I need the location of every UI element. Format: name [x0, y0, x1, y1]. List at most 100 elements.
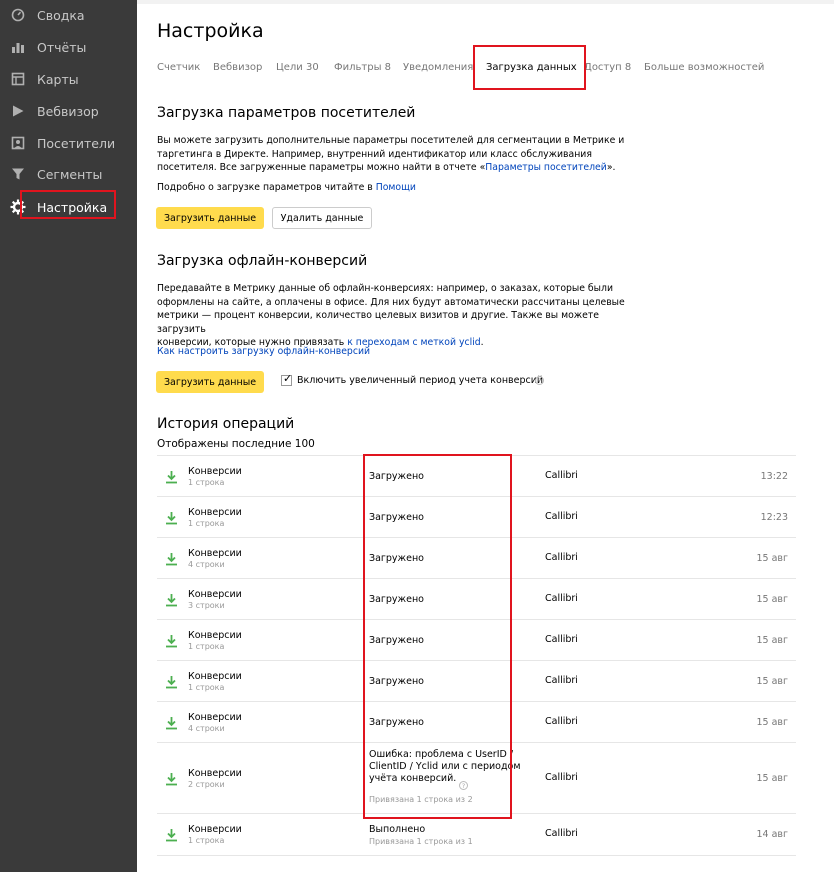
table-row[interactable]: Конверсии 1 строка Загружено Callibri 12:23 — [157, 496, 796, 538]
tab-more-features[interactable]: Больше возможностей — [644, 62, 764, 73]
check-icon: ✓ — [283, 372, 293, 385]
offline-howto: Как настроить загрузку офлайн-конверсий — [157, 345, 627, 359]
row-status: Загружено — [369, 716, 424, 728]
offline-text-line: оформлены на сайте, а оплачены в офисе. … — [157, 296, 625, 308]
sidebar-item-label: Настройка — [37, 199, 108, 215]
table-row[interactable]: Конверсии 3 строки Загружено Callibri 15 авг — [157, 578, 796, 620]
row-status-line: учёта конверсий. — [369, 773, 457, 784]
sidebar-item-label: Сводка — [37, 7, 85, 23]
row-time: 15 авг — [756, 593, 788, 605]
upload-conversions-button[interactable]: Загрузить данные — [156, 371, 264, 393]
upload-params-button[interactable]: Загрузить данные — [156, 207, 264, 229]
download-icon — [166, 772, 177, 785]
params-text-line: посетителя. Все загруженные параметры мо… — [157, 162, 616, 174]
row-type: Конверсии — [188, 824, 242, 835]
history-title: История операций — [157, 416, 295, 432]
play-icon — [10, 103, 26, 119]
row-counter: Callibri — [545, 469, 578, 481]
table-row[interactable]: Конверсии 2 строки Ошибка: проблема с User… — [157, 742, 796, 814]
row-counter: Callibri — [545, 771, 578, 783]
sidebar-item-reports[interactable]: Отчёты — [0, 33, 137, 61]
sidebar-item-summary[interactable]: Сводка — [0, 1, 137, 29]
table-row[interactable]: Конверсии 4 строки Загружено Callibri 15 авг — [157, 701, 796, 743]
help-link[interactable]: Помощи — [376, 182, 416, 193]
bar-chart-icon — [10, 39, 26, 55]
download-icon — [166, 593, 177, 606]
top-strip — [137, 0, 834, 4]
row-type: Конверсии — [188, 670, 242, 682]
sidebar-item-label: Посетители — [37, 135, 116, 151]
filter-icon — [10, 166, 26, 182]
row-count: 4 строки — [188, 559, 225, 569]
row-counter: Callibri — [545, 715, 578, 727]
row-time: 15 авг — [756, 716, 788, 728]
row-count: 1 строка — [188, 682, 225, 692]
row-count: 1 строка — [188, 477, 225, 487]
visitor-params-link[interactable]: Параметры посетителей — [485, 162, 607, 173]
download-icon — [166, 716, 177, 729]
tab-filters[interactable]: Фильтры 8 — [334, 62, 391, 73]
download-icon — [166, 634, 177, 647]
tab-goals[interactable]: Цели 30 — [276, 62, 319, 73]
row-type: Конверсии — [188, 588, 242, 600]
history-subtitle: Отображены последние 100 — [157, 438, 315, 450]
sidebar-item-segments[interactable]: Сегменты — [0, 160, 137, 188]
download-icon — [166, 511, 177, 524]
table-bottom-border — [157, 855, 796, 856]
row-type: Конверсии — [188, 711, 242, 723]
table-row[interactable]: Конверсии 1 строка Загружено Callibri 15 авг — [157, 619, 796, 661]
question-icon[interactable]: ? — [535, 376, 544, 385]
row-type: Конверсии — [188, 506, 242, 518]
row-counter: Callibri — [545, 551, 578, 563]
sidebar-item-label: Сегменты — [37, 166, 103, 182]
gauge-icon — [10, 7, 26, 23]
row-time: 13:22 — [760, 470, 788, 482]
sidebar-item-visitors[interactable]: Посетители — [0, 129, 137, 157]
table-row[interactable]: Конверсии 1 строка Загружено Callibri 13:22 — [157, 455, 796, 497]
tab-data-upload[interactable]: Загрузка данных — [486, 62, 577, 73]
row-status-line: Ошибка: проблема с UserID / — [369, 749, 514, 760]
sidebar-item-label: Вебвизор — [37, 103, 99, 119]
tab-access[interactable]: Доступ 8 — [584, 62, 631, 73]
download-icon — [166, 829, 177, 842]
download-icon — [166, 552, 177, 565]
howto-offline-link[interactable]: Как настроить загрузку офлайн-конверсий — [157, 346, 370, 357]
table-row[interactable]: Конверсии 1 строка Загружено Callibri 15 авг — [157, 660, 796, 702]
download-icon — [166, 675, 177, 688]
row-counter: Callibri — [545, 633, 578, 645]
params-section-title: Загрузка параметров посетителей — [157, 105, 416, 121]
row-status-sub: Привязана 1 строка из 2 — [369, 795, 473, 804]
offline-description: Передавайте в Метрику данные об офлайн-к… — [157, 282, 627, 350]
question-icon[interactable]: ? — [459, 781, 468, 790]
table-row[interactable]: Конверсии 4 строки Загружено Callibri 15 авг — [157, 537, 796, 579]
offline-text-line: Передавайте в Метрику данные об офлайн-к… — [157, 283, 613, 294]
row-status: Загружено — [369, 593, 424, 605]
row-status: Загружено — [369, 675, 424, 687]
row-counter: Callibri — [545, 674, 578, 686]
tab-notifications[interactable]: Уведомления — [403, 62, 473, 73]
row-type: Конверсии — [188, 629, 242, 641]
params-help: Подробно о загрузке параметров читайте в… — [157, 182, 416, 193]
row-counter: Callibri — [545, 510, 578, 522]
params-text-line: Вы можете загрузить дополнительные парам… — [157, 135, 625, 146]
tab-webvisor[interactable]: Вебвизор — [213, 62, 262, 73]
row-time: 14 авг — [756, 829, 788, 840]
extended-period-checkbox[interactable]: ✓ — [281, 372, 293, 386]
params-text-line: таргетинга в Директе. Например, внутренн… — [157, 148, 592, 160]
row-status: Загружено — [369, 634, 424, 646]
row-count: 1 строка — [188, 641, 225, 651]
table-row[interactable]: Конверсии 1 строка Выполнено Привязана 1 ст… — [157, 813, 796, 856]
sidebar-item-webvisor[interactable]: Вебвизор — [0, 97, 137, 125]
row-status-line: ClientID / Yclid или с периодом — [369, 761, 521, 772]
sidebar-item-maps[interactable]: Карты — [0, 65, 137, 93]
row-time: 12:23 — [760, 511, 788, 523]
extended-period-label: Включить увеличенный период учета конвер… — [297, 375, 544, 386]
delete-params-button[interactable]: Удалить данные — [272, 207, 372, 229]
row-type: Конверсии — [188, 547, 242, 559]
sidebar-item-label: Карты — [37, 71, 79, 87]
row-status: Выполнено — [369, 824, 426, 835]
tab-counter[interactable]: Счетчик — [157, 62, 200, 73]
row-time: 15 авг — [756, 634, 788, 646]
row-counter: Callibri — [545, 828, 578, 839]
sidebar-item-settings[interactable]: Настройка — [0, 193, 137, 221]
